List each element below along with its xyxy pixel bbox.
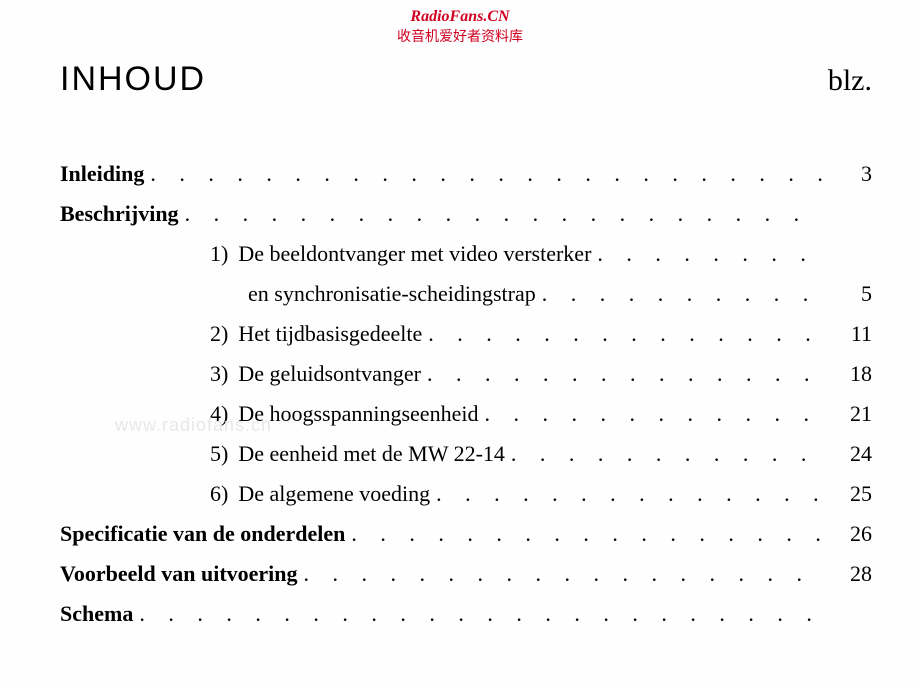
toc-item-text: De hoogsspanningseenheid xyxy=(238,403,478,425)
toc-entry-voorbeeld: Voorbeeld van uitvoering 28 xyxy=(60,563,872,585)
toc-page: 3 xyxy=(828,163,872,185)
toc-item-num: 3) xyxy=(210,363,228,385)
toc-subentry: 5) De eenheid met de MW 22-14 24 xyxy=(60,443,872,465)
toc-dots xyxy=(597,243,822,265)
toc-page: 11 xyxy=(828,323,872,345)
toc-entry-inleiding: Inleiding 3 xyxy=(60,163,872,185)
toc-page: 26 xyxy=(828,523,872,545)
toc-dots xyxy=(428,323,822,345)
toc-page: 25 xyxy=(828,483,872,505)
watermark-line1: RadioFans.CN xyxy=(397,8,523,26)
toc-subentry: 6) De algemene voeding 25 xyxy=(60,483,872,505)
toc-item-num: 1) xyxy=(210,243,228,265)
toc-entry-beschrijving: Beschrijving xyxy=(60,203,872,225)
toc-dots xyxy=(139,603,822,625)
toc-dots xyxy=(511,443,822,465)
toc-page: 21 xyxy=(828,403,872,425)
toc-dots xyxy=(150,163,822,185)
toc-label: Specificatie van de onderdelen xyxy=(60,523,345,545)
page-title: INHOUD xyxy=(60,60,206,99)
toc-item-text: Het tijdbasisgedeelte xyxy=(238,323,422,345)
table-of-contents: Inleiding 3 Beschrijving 1) De beeldontv… xyxy=(60,163,872,625)
watermark-top: RadioFans.CN 收音机爱好者资料库 xyxy=(397,8,523,46)
header-row: INHOUD blz. xyxy=(60,60,872,99)
toc-subentry-continuation: en synchronisatie-scheidingstrap 5 xyxy=(60,283,872,305)
toc-subentry: 1) De beeldontvanger met video versterke… xyxy=(60,243,872,265)
toc-item-text: De beeldontvanger met video versterker xyxy=(238,243,591,265)
toc-label: Inleiding xyxy=(60,163,144,185)
toc-entry-schema: Schema xyxy=(60,603,872,625)
toc-item-num: 6) xyxy=(210,483,228,505)
toc-item-num: 2) xyxy=(210,323,228,345)
toc-page: 18 xyxy=(828,363,872,385)
toc-dots xyxy=(484,403,822,425)
toc-label: Schema xyxy=(60,603,133,625)
toc-item-text: De geluidsontvanger xyxy=(238,363,421,385)
toc-item-continuation: en synchronisatie-scheidingstrap xyxy=(248,283,536,305)
toc-subentry: 3) De geluidsontvanger 18 xyxy=(60,363,872,385)
watermark-side: www.radiofans.cn xyxy=(115,415,272,436)
toc-label: Beschrijving xyxy=(60,203,179,225)
toc-item-text: De algemene voeding xyxy=(238,483,430,505)
page-content: INHOUD blz. Inleiding 3 Beschrijving 1) … xyxy=(0,0,920,683)
toc-item-num: 5) xyxy=(210,443,228,465)
toc-dots xyxy=(427,363,822,385)
toc-label: Voorbeeld van uitvoering xyxy=(60,563,298,585)
toc-page: 28 xyxy=(828,563,872,585)
toc-dots xyxy=(351,523,822,545)
toc-dots xyxy=(304,563,822,585)
toc-page: 24 xyxy=(828,443,872,465)
toc-item-text: De eenheid met de MW 22-14 xyxy=(238,443,505,465)
toc-entry-specificatie: Specificatie van de onderdelen 26 xyxy=(60,523,872,545)
toc-dots xyxy=(542,283,822,305)
toc-subentry: 2) Het tijdbasisgedeelte 11 xyxy=(60,323,872,345)
toc-dots xyxy=(436,483,822,505)
toc-dots xyxy=(185,203,822,225)
toc-page: 5 xyxy=(828,283,872,305)
page-column-label: blz. xyxy=(828,64,872,98)
watermark-line2: 收音机爱好者资料库 xyxy=(397,26,523,46)
